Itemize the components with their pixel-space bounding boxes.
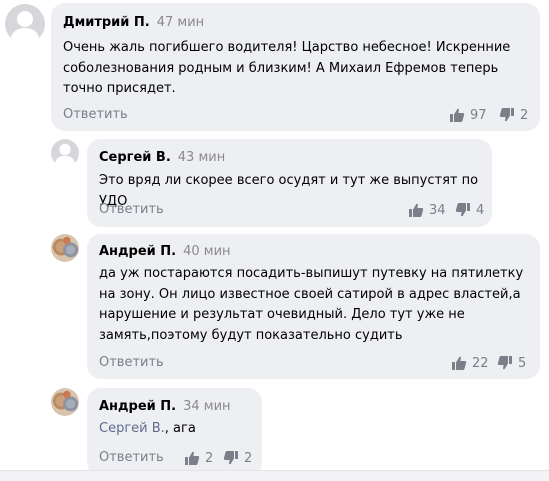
thumbs-down-icon <box>455 202 471 218</box>
comment-text: Сергей В., ага <box>99 419 254 440</box>
comment-bubble: Андрей П. 40 мин да уж постараются посади… <box>87 234 540 379</box>
comment-author[interactable]: Андрей П. 34 мин <box>99 399 231 414</box>
avatar[interactable] <box>51 139 79 167</box>
dislike-count: 4 <box>476 202 485 218</box>
author-name[interactable]: Сергей В. <box>99 150 171 165</box>
page-bottom-divider <box>0 470 549 481</box>
thumbs-down-icon <box>499 107 515 123</box>
comment-text: да уж постараются посадить-выпишут путев… <box>99 266 524 343</box>
author-name[interactable]: Андрей П. <box>99 399 176 414</box>
comment-time: 43 мин <box>177 150 226 165</box>
dislike-button[interactable]: 2 <box>223 450 252 466</box>
reply-button[interactable]: Ответить <box>99 450 164 465</box>
author-name[interactable]: Андрей П. <box>99 244 176 259</box>
dislike-button[interactable]: 2 <box>499 107 528 123</box>
comment-bubble: Андрей П. 34 мин Сергей В., ага Ответить … <box>87 388 262 476</box>
comment-bubble: Сергей В. 43 мин Это вряд ли скорее всего… <box>87 139 492 227</box>
thumbs-up-icon <box>184 450 200 466</box>
thumbs-up-icon <box>408 202 424 218</box>
user-silhouette-icon <box>51 139 79 167</box>
like-count: 34 <box>429 202 446 218</box>
like-count: 97 <box>470 107 487 123</box>
coins-photo-avatar <box>51 234 79 262</box>
comment-time: 40 мин <box>183 244 231 259</box>
like-count: 2 <box>205 450 214 466</box>
author-name[interactable]: Дмитрий П. <box>63 15 150 30</box>
comment-time: 47 мин <box>156 15 205 30</box>
dislike-count: 5 <box>518 355 527 371</box>
thumbs-down-icon <box>223 450 239 466</box>
dislike-count: 2 <box>520 107 529 123</box>
thumbs-down-icon <box>497 355 513 371</box>
like-button[interactable]: 97 <box>449 107 487 123</box>
comment-author[interactable]: Андрей П. 40 мин <box>99 244 231 259</box>
like-button[interactable]: 2 <box>184 450 213 466</box>
avatar[interactable] <box>5 4 45 44</box>
comment-text: Очень жаль погибшего водителя! Царство н… <box>63 40 511 96</box>
dislike-button[interactable]: 5 <box>497 355 526 371</box>
reply-button[interactable]: Ответить <box>63 107 128 122</box>
dislike-button[interactable]: 4 <box>455 202 484 218</box>
user-silhouette-icon <box>5 4 45 44</box>
comment-time: 34 мин <box>183 399 231 414</box>
comment-bubble: Дмитрий П. 47 мин Очень жаль погибшего во… <box>51 3 540 131</box>
like-button[interactable]: 22 <box>451 355 489 371</box>
comment-author[interactable]: Сергей В. 43 мин <box>99 150 225 165</box>
avatar[interactable] <box>51 388 79 416</box>
comment-text-body: , ага <box>164 421 196 436</box>
reply-button[interactable]: Ответить <box>99 355 164 370</box>
reply-button[interactable]: Ответить <box>99 202 164 217</box>
thumbs-up-icon <box>451 355 467 371</box>
thumbs-up-icon <box>449 107 465 123</box>
avatar[interactable] <box>51 234 79 262</box>
like-count: 22 <box>472 355 489 371</box>
comment-author[interactable]: Дмитрий П. 47 мин <box>63 15 204 30</box>
coins-photo-avatar <box>51 388 79 416</box>
dislike-count: 2 <box>244 450 253 466</box>
mention-link[interactable]: Сергей В. <box>99 421 165 436</box>
like-button[interactable]: 34 <box>408 202 446 218</box>
